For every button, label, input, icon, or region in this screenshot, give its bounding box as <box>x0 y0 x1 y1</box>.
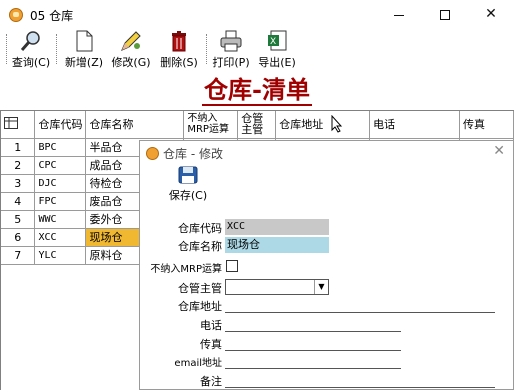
name-field[interactable]: 现场仓 <box>225 237 329 253</box>
phone-field[interactable] <box>225 316 401 332</box>
email-field[interactable] <box>225 353 401 369</box>
grid-corner-icon[interactable] <box>1 111 36 139</box>
toolbar: 查询(C) 新增(Z) 修改(G) 删除(S) 打印(P) X 导出(E) <box>0 30 514 70</box>
label-mrp: 不纳入MRP运算 <box>150 264 222 275</box>
app-icon <box>146 147 159 160</box>
title-bar: 05 仓库 ✕ <box>0 0 514 30</box>
fax-field[interactable] <box>225 335 401 351</box>
magnifier-icon <box>19 30 43 52</box>
dialog-title: 仓库 - 修改 <box>146 145 223 162</box>
window-title: 05 仓库 <box>30 9 74 23</box>
grid-header-row: 仓库代码 仓库名称 不纳入MRP运算 仓管主管 仓库地址 电话 传真 <box>1 111 514 139</box>
label-phone: 电话 <box>200 319 222 332</box>
svg-text:X: X <box>270 37 276 47</box>
column-header-name[interactable]: 仓库名称 <box>85 111 185 139</box>
page-title: 仓库-清单 <box>202 75 312 106</box>
printer-icon <box>219 30 243 52</box>
label-email: email地址 <box>174 358 222 369</box>
address-field[interactable] <box>225 297 495 313</box>
edit-button[interactable]: 修改(G) <box>110 30 152 70</box>
excel-export-icon: X <box>265 30 289 52</box>
save-button[interactable]: 保存(C) <box>168 166 208 203</box>
toolbar-separator <box>56 34 57 64</box>
floppy-disk-icon <box>178 166 198 187</box>
label-address: 仓库地址 <box>178 300 222 313</box>
column-header-code[interactable]: 仓库代码 <box>34 111 87 139</box>
minimize-button[interactable] <box>376 0 422 30</box>
column-header-mrp[interactable]: 不纳入MRP运算 <box>183 111 239 139</box>
toolbar-separator <box>6 34 7 64</box>
column-header-manager[interactable]: 仓管主管 <box>237 111 277 139</box>
close-button[interactable]: ✕ <box>468 0 514 30</box>
label-manager: 仓管主管 <box>178 282 222 295</box>
column-header-phone[interactable]: 电话 <box>369 111 461 139</box>
note-field[interactable] <box>225 372 495 388</box>
column-header-fax[interactable]: 传真 <box>459 111 514 139</box>
query-button[interactable]: 查询(C) <box>10 30 52 70</box>
new-document-icon <box>72 30 96 52</box>
delete-button[interactable]: 删除(S) <box>158 30 200 70</box>
edit-pencil-icon <box>119 30 143 52</box>
export-button[interactable]: X 导出(E) <box>256 30 298 70</box>
code-field[interactable]: XCC <box>225 219 329 235</box>
label-fax: 传真 <box>200 338 222 351</box>
dialog-close-button[interactable]: ✕ <box>493 143 505 159</box>
toolbar-separator <box>206 34 207 64</box>
new-button[interactable]: 新增(Z) <box>62 30 106 70</box>
edit-dialog: 仓库 - 修改 ✕ 保存(C) 仓库代码 XCC 仓库名称 现场仓 不纳入MRP… <box>139 140 514 390</box>
maximize-button[interactable] <box>422 0 468 30</box>
label-code: 仓库代码 <box>178 222 222 235</box>
chevron-down-icon: ▼ <box>314 280 328 294</box>
trash-icon <box>167 30 191 52</box>
column-header-address[interactable]: 仓库地址 <box>275 111 371 139</box>
mouse-cursor-icon <box>331 114 343 136</box>
mrp-checkbox[interactable] <box>226 260 238 272</box>
label-note: 备注 <box>200 375 222 388</box>
app-icon <box>9 8 23 22</box>
minimize-icon <box>394 15 404 16</box>
label-name: 仓库名称 <box>178 240 222 253</box>
manager-select[interactable]: ▼ <box>225 279 329 295</box>
print-button[interactable]: 打印(P) <box>210 30 252 70</box>
maximize-icon <box>440 10 450 20</box>
